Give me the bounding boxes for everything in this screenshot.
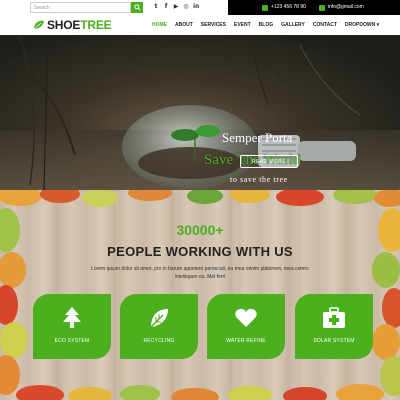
navbar: SHOETREE HOME ABOUT SERVICES EVENT BLOG … <box>0 15 400 35</box>
services-section: 30000+ PEOPLE WORKING WITH US Lorem ipsu… <box>0 190 400 400</box>
top-bar: t f ▶ ◎ in +123 456 78 90 info@gmail.com <box>0 0 400 15</box>
hero-subtitle: Semper Porta <box>222 130 293 145</box>
hero-background-image <box>0 35 400 190</box>
linkedin-icon[interactable]: in <box>193 3 199 10</box>
logo[interactable]: SHOETREE <box>33 18 112 32</box>
email-address[interactable]: info@gmail.com <box>328 3 364 12</box>
service-label: SOLAR SYSTEM <box>313 338 355 344</box>
service-label: RECYCLING <box>143 338 175 344</box>
social-links: t f ▶ ◎ in <box>153 3 200 10</box>
section-heading: PEOPLE WORKING WITH US <box>107 244 293 259</box>
instagram-icon[interactable]: ◎ <box>183 3 189 10</box>
mail-icon <box>318 4 325 11</box>
service-card-solar-system[interactable]: SOLAR SYSTEM <box>295 294 373 359</box>
search-input[interactable] <box>30 2 131 13</box>
nav-dropdown[interactable]: DROPDOWN ▾ <box>345 21 379 29</box>
nav-blog[interactable]: BLOG <box>259 21 273 29</box>
main-nav: HOME ABOUT SERVICES EVENT BLOG GALLERY C… <box>152 21 379 29</box>
section-description: Lorem ipsum dolor sit amet, pro in harum… <box>91 266 309 280</box>
search-button[interactable] <box>131 2 143 13</box>
nav-about[interactable]: ABOUT <box>175 21 193 29</box>
leaf-icon <box>120 306 198 330</box>
service-card-water-refine[interactable]: WATER REFINE <box>207 294 285 359</box>
hero-text: to save the tree <box>230 175 288 184</box>
people-counter: 30000+ <box>176 222 224 238</box>
services-cards: ECO SYSTEM RECYCLING WATER REFINE SOLAR … <box>33 294 373 359</box>
service-card-eco-system[interactable]: ECO SYSTEM <box>33 294 111 359</box>
search-icon <box>133 4 141 11</box>
service-card-recycling[interactable]: RECYCLING <box>120 294 198 359</box>
logo-text: SHOETREE <box>47 18 112 32</box>
nav-contact[interactable]: CONTACT <box>313 21 337 29</box>
service-label: ECO SYSTEM <box>54 338 90 344</box>
facebook-icon[interactable]: f <box>163 3 169 10</box>
tree-icon <box>33 306 111 330</box>
twitter-icon[interactable]: t <box>153 3 159 10</box>
phone-icon <box>262 4 268 11</box>
phone-number[interactable]: +123 456 78 90 <box>271 3 306 12</box>
youtube-icon[interactable]: ▶ <box>173 3 179 10</box>
hero-banner: Semper Porta Save The World to save the … <box>0 35 400 190</box>
nav-gallery[interactable]: GALLERY <box>281 21 305 29</box>
heart-icon <box>207 306 285 330</box>
leaf-logo-icon <box>33 20 44 30</box>
search-box <box>30 2 143 13</box>
service-label: WATER REFINE <box>226 338 266 344</box>
top-bar-left: t f ▶ ◎ in <box>0 0 228 15</box>
read-more-button[interactable]: READ MORE <box>240 155 298 168</box>
nav-home[interactable]: HOME <box>152 21 167 29</box>
first-aid-kit-icon <box>295 306 373 330</box>
nav-services[interactable]: SERVICES <box>201 21 226 29</box>
contact-info: +123 456 78 90 info@gmail.com <box>262 3 364 12</box>
nav-event[interactable]: EVENT <box>234 21 251 29</box>
